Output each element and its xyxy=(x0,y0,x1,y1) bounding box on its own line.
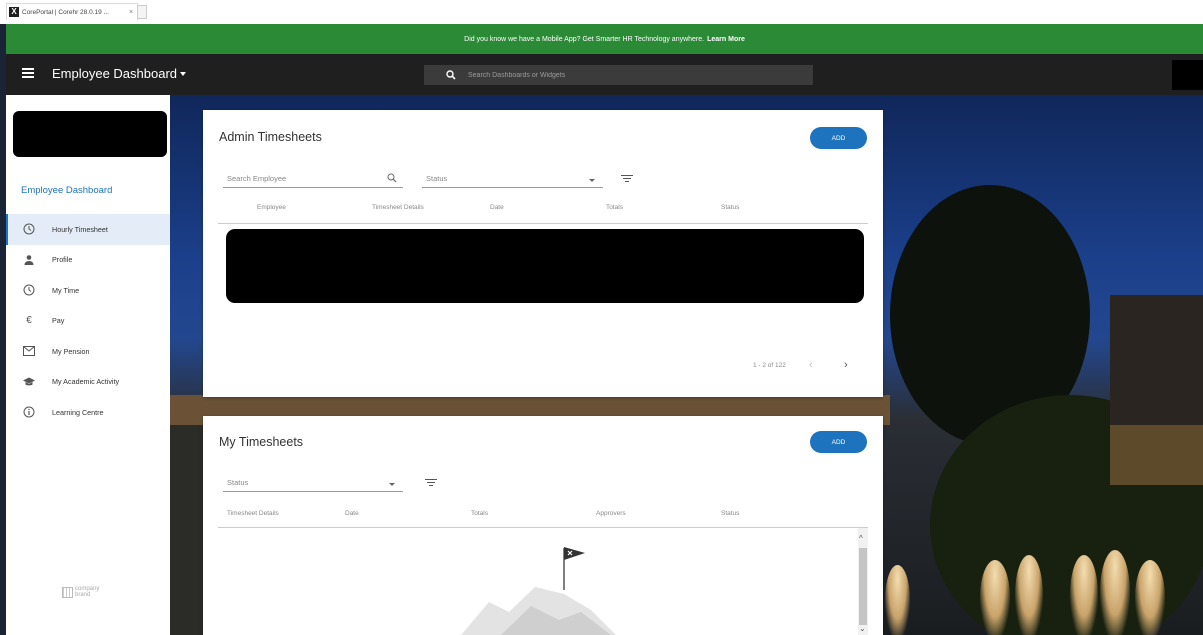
sidebar-item-label: Learning Centre xyxy=(52,407,104,417)
redacted-table-rows xyxy=(226,229,864,303)
sidebar-item-profile[interactable]: Profile xyxy=(6,245,170,276)
filter-icon[interactable] xyxy=(425,479,437,489)
col-timesheet-details[interactable]: Timesheet Details xyxy=(372,204,424,211)
search-icon[interactable] xyxy=(387,173,397,183)
app-bar: Employee Dashboard xyxy=(6,54,1203,95)
tab-close-icon[interactable]: × xyxy=(129,9,137,16)
scroll-down-icon[interactable]: ⌄ xyxy=(859,624,866,633)
dashboard-search-input[interactable] xyxy=(468,71,788,79)
dashboard-dropdown-icon[interactable] xyxy=(180,72,186,76)
mail-icon xyxy=(22,344,36,358)
chevron-right-icon[interactable]: › xyxy=(844,359,848,371)
banner-text: Did you know we have a Mobile App? Get S… xyxy=(464,35,705,43)
pagination-range: 1 - 2 of 122 xyxy=(753,362,786,369)
col-date[interactable]: Date xyxy=(490,204,504,211)
col-totals[interactable]: Totals xyxy=(606,204,623,211)
chevron-left-icon[interactable]: ‹ xyxy=(809,359,813,371)
search-employee-placeholder: Search Employee xyxy=(227,174,287,183)
sidebar-item-my-academic-activity[interactable]: My Academic Activity xyxy=(6,367,170,398)
chevron-down-icon xyxy=(589,179,595,182)
admin-status-select[interactable]: Status xyxy=(422,172,603,188)
sidebar-title[interactable]: Employee Dashboard xyxy=(21,185,112,196)
scrollbar-thumb[interactable] xyxy=(859,548,867,625)
company-brand-logo: company brand xyxy=(62,586,99,598)
browser-tab-strip: X CorePortal | Corehr 28.0.19 ... × xyxy=(0,0,1203,24)
header-divider xyxy=(218,527,868,528)
my-status-label: Status xyxy=(227,478,249,487)
empty-state-illustration xyxy=(461,547,616,635)
hamburger-menu-icon[interactable] xyxy=(22,68,34,80)
redacted-user-area xyxy=(1172,60,1203,90)
dashboard-search[interactable] xyxy=(424,65,813,85)
admin-timesheets-card: Admin Timesheets ADD Search Employee Sta… xyxy=(203,110,883,397)
search-employee-field[interactable]: Search Employee xyxy=(223,172,403,188)
sidebar-nav: Hourly Timesheet Profile My Time € Pay M… xyxy=(6,214,170,428)
col-status[interactable]: Status xyxy=(721,204,739,211)
sidebar-item-learning-centre[interactable]: Learning Centre xyxy=(6,397,170,428)
sidebar: Employee Dashboard Hourly Timesheet Prof… xyxy=(6,95,170,635)
clock-icon xyxy=(22,222,36,236)
dashboard-title[interactable]: Employee Dashboard xyxy=(52,66,177,81)
sidebar-item-my-time[interactable]: My Time xyxy=(6,275,170,306)
graduation-cap-icon xyxy=(22,375,36,389)
my-status-select[interactable]: Status xyxy=(223,476,403,492)
sidebar-item-label: My Time xyxy=(52,285,80,295)
tab-title: CorePortal | Corehr 28.0.19 ... xyxy=(22,8,109,16)
scroll-up-icon[interactable]: ^ xyxy=(859,534,863,543)
mobile-app-banner: Did you know we have a Mobile App? Get S… xyxy=(6,24,1203,54)
admin-add-button[interactable]: ADD xyxy=(810,127,867,149)
browser-tab[interactable]: X CorePortal | Corehr 28.0.19 ... × xyxy=(6,3,138,20)
search-icon xyxy=(446,70,456,80)
person-icon xyxy=(22,253,36,267)
info-icon xyxy=(22,405,36,419)
sidebar-item-label: Profile xyxy=(52,255,73,265)
my-add-button[interactable]: ADD xyxy=(810,431,867,453)
sidebar-item-label: My Academic Activity xyxy=(52,377,120,387)
sidebar-item-label: Pay xyxy=(52,316,65,326)
scrollbar[interactable] xyxy=(858,528,868,635)
favicon-icon: X xyxy=(9,7,19,17)
col-approvers[interactable]: Approvers xyxy=(596,510,626,517)
sidebar-item-pay[interactable]: € Pay xyxy=(6,306,170,337)
col-date[interactable]: Date xyxy=(345,510,359,517)
sidebar-item-label: My Pension xyxy=(52,346,90,356)
euro-icon: € xyxy=(26,315,32,327)
redacted-logo xyxy=(13,111,167,157)
admin-status-label: Status xyxy=(426,174,448,183)
my-timesheets-card: My Timesheets ADD Status Timesheet Detai… xyxy=(203,416,883,635)
brand-grid-icon xyxy=(62,586,73,598)
header-divider xyxy=(218,223,868,224)
sidebar-item-label: Hourly Timesheet xyxy=(52,224,108,234)
my-timesheets-title: My Timesheets xyxy=(219,435,304,449)
new-tab-button[interactable] xyxy=(137,5,147,19)
col-employee[interactable]: Employee xyxy=(257,204,286,211)
clock-icon xyxy=(22,283,36,297)
sidebar-item-hourly-timesheet[interactable]: Hourly Timesheet xyxy=(6,214,170,245)
col-status[interactable]: Status xyxy=(721,510,739,517)
filter-icon[interactable] xyxy=(621,175,633,185)
admin-timesheets-title: Admin Timesheets xyxy=(219,130,322,144)
learn-more-link[interactable]: Learn More xyxy=(707,36,745,43)
col-totals[interactable]: Totals xyxy=(471,510,488,517)
col-timesheet-details[interactable]: Timesheet Details xyxy=(227,510,279,517)
brand-line2: brand xyxy=(75,592,91,598)
chevron-down-icon xyxy=(389,483,395,486)
sidebar-item-my-pension[interactable]: My Pension xyxy=(6,336,170,367)
